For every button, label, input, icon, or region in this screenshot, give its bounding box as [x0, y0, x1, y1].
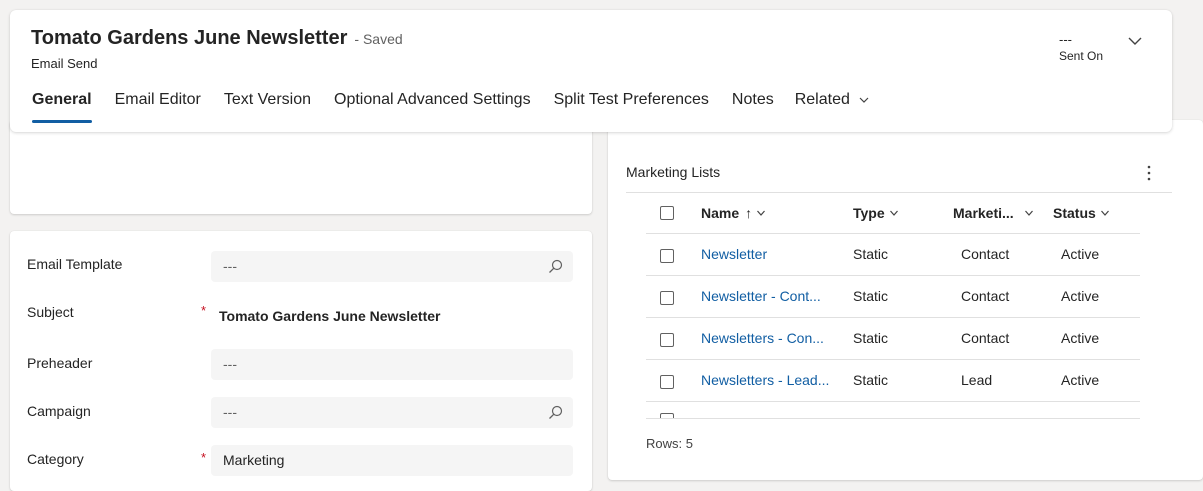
marketing-lists-card: Marketing Lists Name ↑ Type Marketi... S… [608, 120, 1203, 480]
search-icon[interactable] [548, 259, 563, 274]
campaign-lookup[interactable]: --- [211, 397, 573, 428]
list-status: Active [1061, 288, 1100, 304]
chevron-down-icon [1100, 210, 1109, 216]
entity-name: Email Send [31, 56, 98, 71]
table-row[interactable]: Newsletters - Con... Static Contact Acti… [646, 318, 1140, 360]
select-all-checkbox[interactable] [660, 206, 674, 220]
email-details-card: Email Template --- Subject * Tomato Gard… [10, 231, 592, 491]
column-header-label: Name [701, 205, 740, 221]
preheader-value: --- [223, 356, 237, 372]
list-status: Active [1061, 246, 1100, 262]
tab-email-editor[interactable]: Email Editor [115, 91, 201, 123]
list-type: Static [853, 330, 889, 346]
chevron-down-icon [757, 210, 766, 216]
list-member-type: Contact [961, 330, 1010, 346]
column-header-name[interactable]: Name ↑ [701, 193, 766, 233]
list-name-link[interactable]: Newsletter - Cont... [701, 276, 821, 317]
column-header-label: Marketi... [953, 205, 1014, 221]
search-icon[interactable] [548, 405, 563, 420]
email-template-label: Email Template [27, 256, 123, 272]
tab-label: Notes [731, 91, 774, 108]
table-row[interactable]: Newsletters - Lead... Static Lead Active [646, 360, 1140, 402]
saved-status: - Saved [354, 31, 403, 47]
tab-label: General [32, 91, 92, 108]
tab-label: Text Version [223, 91, 311, 108]
list-name-link[interactable]: Newsletters - Con... [701, 318, 824, 359]
tab-label: Related [794, 91, 850, 108]
subject-required-marker: * [201, 303, 207, 318]
table-row[interactable]: Newsletter Static Contact Active [646, 234, 1140, 276]
table-row-partial[interactable] [646, 402, 1140, 419]
campaign-label: Campaign [27, 403, 91, 419]
category-select[interactable]: Marketing [211, 445, 573, 476]
tab-label: Email Editor [114, 91, 201, 108]
expand-header-chevron-icon[interactable] [1126, 32, 1144, 50]
sent-on-label: Sent On [1059, 49, 1104, 63]
sent-on-value: --- [1059, 32, 1072, 47]
rows-count: Rows: 5 [646, 436, 693, 451]
row-checkbox[interactable] [660, 375, 674, 389]
chevron-down-icon [889, 210, 898, 216]
record-title: Tomato Gardens June Newsletter [31, 27, 348, 49]
list-member-type: Contact [961, 246, 1010, 262]
sort-ascending-icon: ↑ [745, 205, 753, 221]
column-header-status[interactable]: Status [1053, 193, 1110, 233]
record-header: Tomato Gardens June Newsletter - Saved E… [10, 10, 1172, 132]
category-required-marker: * [201, 450, 207, 465]
table-row[interactable]: Newsletter - Cont... Static Contact Acti… [646, 276, 1140, 318]
list-type: Static [853, 288, 889, 304]
list-member-type: Contact [961, 288, 1010, 304]
row-checkbox[interactable] [660, 249, 674, 263]
category-label: Category [27, 451, 84, 467]
row-checkbox[interactable] [660, 291, 674, 305]
email-template-value: --- [223, 258, 237, 274]
subject-field[interactable]: Tomato Gardens June Newsletter [211, 301, 573, 332]
subject-label: Subject [27, 304, 74, 320]
title-row: Tomato Gardens June Newsletter - Saved [31, 27, 403, 50]
list-type: Static [853, 246, 889, 262]
tab-label: Optional Advanced Settings [334, 91, 531, 108]
tab-label: Split Test Preferences [553, 91, 709, 108]
marketing-lists-title: Marketing Lists [626, 164, 721, 180]
grid-header: Name ↑ Type Marketi... Status [646, 193, 1140, 234]
list-status: Active [1061, 372, 1100, 388]
email-template-lookup[interactable]: --- [211, 251, 573, 282]
list-member-type: Lead [961, 372, 993, 388]
row-checkbox[interactable] [660, 413, 674, 418]
column-header-label: Type [853, 205, 885, 221]
column-header-type[interactable]: Type [853, 193, 899, 233]
preheader-field[interactable]: --- [211, 349, 573, 380]
chevron-down-icon [859, 97, 869, 103]
list-status: Active [1061, 330, 1100, 346]
more-options-icon[interactable] [1141, 163, 1157, 183]
column-header-label: Status [1053, 205, 1096, 221]
tab-text-version[interactable]: Text Version [224, 91, 311, 123]
preheader-label: Preheader [27, 355, 93, 371]
campaign-value: --- [223, 404, 237, 420]
tab-related[interactable]: Related [795, 91, 870, 123]
tab-notes[interactable]: Notes [732, 91, 774, 123]
tab-general[interactable]: General [32, 91, 92, 123]
chevron-down-icon [1024, 210, 1033, 216]
list-type: Static [853, 372, 889, 388]
list-name-link[interactable]: Newsletters - Lead... [701, 360, 829, 401]
list-name-link[interactable]: Newsletter [701, 234, 767, 275]
marketing-lists-grid: Name ↑ Type Marketi... Status Newsletter… [646, 193, 1140, 419]
row-checkbox[interactable] [660, 333, 674, 347]
tab-split-test-preferences[interactable]: Split Test Preferences [554, 91, 709, 123]
top-section-card [10, 120, 592, 214]
column-header-marketing[interactable]: Marketi... [953, 193, 1034, 233]
tab-bar: General Email Editor Text Version Option… [32, 91, 893, 123]
tab-optional-advanced-settings[interactable]: Optional Advanced Settings [334, 91, 531, 123]
sent-on-field: --- Sent On [1059, 32, 1103, 64]
